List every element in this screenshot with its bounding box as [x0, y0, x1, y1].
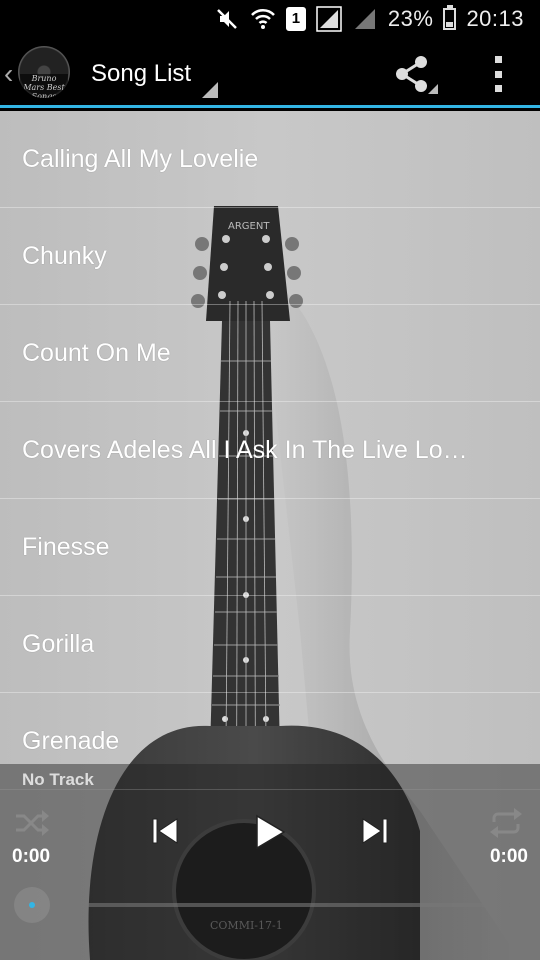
page-title[interactable]: Song List: [91, 60, 191, 88]
list-item[interactable]: Finesse: [0, 499, 540, 596]
overflow-dot: [494, 70, 502, 78]
seek-thumb[interactable]: [14, 887, 50, 923]
action-bar: ‹ Bruno Mars Best Songs Song List: [0, 38, 540, 108]
list-item[interactable]: Count On Me: [0, 305, 540, 402]
back-chevron-icon[interactable]: ‹: [4, 60, 13, 88]
list-item[interactable]: Covers Adeles All I Ask In The Live Lo…: [0, 402, 540, 499]
player-panel: No Track 0:00 0:00: [0, 764, 540, 960]
signal-icon: [316, 6, 342, 32]
logo-text: Bruno Mars Best Songs: [20, 74, 68, 98]
song-title: Count On Me: [22, 338, 171, 367]
next-icon[interactable]: [360, 816, 390, 846]
total-time: 0:00: [489, 846, 528, 867]
repeat-icon[interactable]: [488, 808, 524, 838]
song-list: Calling All My Lovelie Chunky Count On M…: [0, 111, 540, 790]
list-item[interactable]: Calling All My Lovelie: [0, 111, 540, 208]
wifi-icon: [250, 8, 275, 29]
song-title: Covers Adeles All I Ask In The Live Lo…: [22, 435, 468, 464]
app-logo[interactable]: Bruno Mars Best Songs: [18, 46, 70, 98]
signal-icon-2: [354, 9, 375, 29]
battery-percent: 23%: [387, 6, 434, 31]
elapsed-time: 0:00: [12, 846, 51, 867]
previous-icon[interactable]: [150, 816, 180, 846]
song-title: Calling All My Lovelie: [22, 144, 259, 173]
now-playing-label: No Track: [22, 770, 94, 789]
overflow-menu-icon[interactable]: [486, 56, 510, 92]
status-bar: 1 23% 20:13: [0, 0, 540, 38]
clock: 20:13: [466, 6, 524, 31]
overflow-dot: [494, 56, 502, 63]
song-title: Chunky: [22, 241, 107, 270]
spinner-indicator: [202, 82, 218, 98]
list-item[interactable]: Chunky: [0, 208, 540, 305]
list-item[interactable]: Gorilla: [0, 596, 540, 693]
battery-icon: [443, 5, 457, 30]
seek-bar[interactable]: [32, 903, 510, 907]
share-dropdown-indicator: [428, 84, 438, 94]
song-title: Gorilla: [22, 629, 95, 658]
shuffle-icon[interactable]: [14, 808, 50, 838]
song-title: Grenade: [22, 726, 120, 755]
play-icon[interactable]: [254, 814, 286, 850]
overflow-dot: [494, 85, 502, 92]
sim-icon: 1: [285, 7, 306, 31]
mute-icon: [217, 9, 237, 29]
song-title: Finesse: [22, 532, 110, 561]
